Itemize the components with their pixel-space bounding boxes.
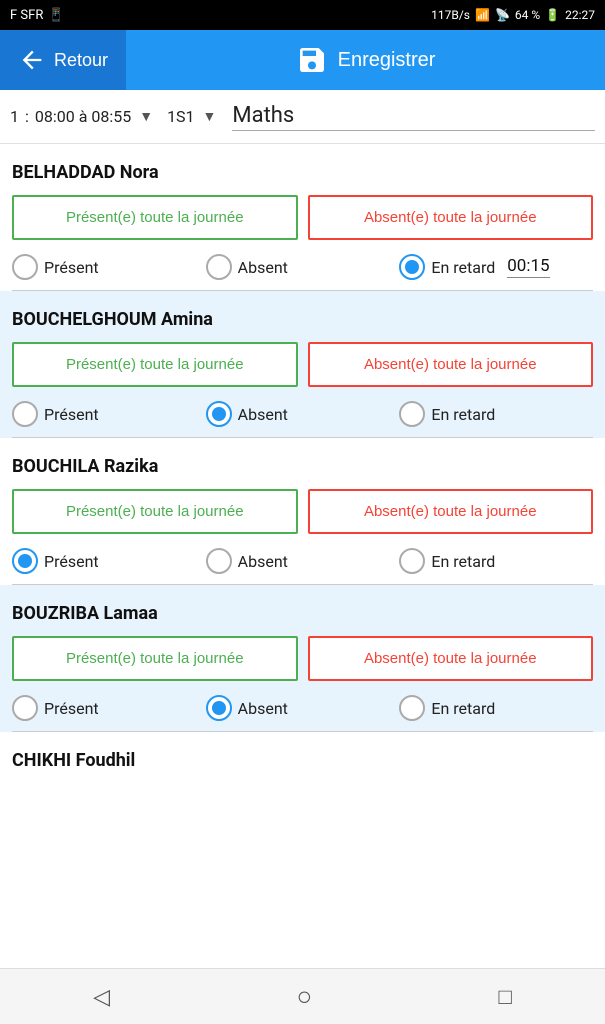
- radio-circle[interactable]: [399, 401, 425, 427]
- attendance-buttons: Présent(e) toute la journéeAbsent(e) tou…: [12, 489, 593, 534]
- radio-label: Présent: [44, 699, 99, 718]
- nav-home-button[interactable]: ○: [276, 973, 332, 1020]
- radio-circle[interactable]: [399, 695, 425, 721]
- carrier-icon: 📱: [48, 8, 64, 23]
- absent-all-day-button[interactable]: Absent(e) toute la journée: [308, 195, 594, 240]
- radio-label: Absent: [238, 552, 288, 571]
- student-section: BELHADDAD Nora Présent(e) toute la journé…: [0, 144, 605, 291]
- student-name: BOUCHILA Razika: [12, 448, 593, 483]
- radio-circle[interactable]: [12, 401, 38, 427]
- session-number: 1: [10, 107, 19, 126]
- radio-label: En retard: [431, 552, 495, 571]
- late-time-value[interactable]: 00:15: [507, 256, 549, 278]
- action-bar: Retour Enregistrer: [0, 30, 605, 90]
- radio-option: En retard: [399, 401, 593, 427]
- signal-icon: 📡: [495, 8, 510, 22]
- back-button[interactable]: Retour: [0, 30, 126, 90]
- radio-circle[interactable]: [206, 254, 232, 280]
- radio-row: Présent Absent En retard 00:15: [12, 246, 593, 290]
- radio-circle[interactable]: [12, 254, 38, 280]
- nav-recents-button[interactable]: □: [479, 976, 532, 1018]
- battery-icon: 🔋: [545, 8, 560, 22]
- radio-circle[interactable]: [399, 548, 425, 574]
- radio-row: Présent Absent En retard: [12, 687, 593, 731]
- back-label: Retour: [54, 50, 108, 71]
- student-section: BOUZRIBA Lamaa Présent(e) toute la journé…: [0, 585, 605, 732]
- radio-circle[interactable]: [206, 695, 232, 721]
- present-all-day-button[interactable]: Présent(e) toute la journée: [12, 489, 298, 534]
- session-subject: Maths: [232, 103, 595, 131]
- carrier-label: F SFR: [10, 8, 43, 23]
- radio-circle[interactable]: [206, 548, 232, 574]
- radio-label: Absent: [238, 258, 288, 277]
- student-section: CHIKHI Foudhil: [0, 732, 605, 777]
- bottom-nav: ◁ ○ □: [0, 968, 605, 1024]
- save-label: Enregistrer: [338, 49, 436, 72]
- present-all-day-button[interactable]: Présent(e) toute la journée: [12, 195, 298, 240]
- radio-circle[interactable]: [12, 695, 38, 721]
- nav-home-icon: ○: [296, 981, 312, 1012]
- absent-all-day-button[interactable]: Absent(e) toute la journée: [308, 636, 594, 681]
- radio-circle[interactable]: [206, 401, 232, 427]
- student-name: BOUCHELGHOUM Amina: [12, 301, 593, 336]
- radio-label: En retard: [431, 699, 495, 718]
- sim-icon: 📶: [475, 8, 490, 22]
- session-class: 1S1: [167, 107, 194, 126]
- save-icon: [296, 44, 328, 76]
- radio-row: Présent Absent En retard: [12, 393, 593, 437]
- absent-all-day-button[interactable]: Absent(e) toute la journée: [308, 489, 594, 534]
- present-all-day-button[interactable]: Présent(e) toute la journée: [12, 342, 298, 387]
- radio-option: Absent: [206, 254, 400, 280]
- radio-option: Présent: [12, 548, 206, 574]
- back-arrow-icon: [18, 46, 46, 74]
- radio-option: Présent: [12, 254, 206, 280]
- class-dropdown-icon[interactable]: ▼: [203, 108, 217, 125]
- radio-label: Présent: [44, 405, 99, 424]
- radio-label: Absent: [238, 405, 288, 424]
- speed-label: 117B/s: [431, 8, 470, 22]
- present-all-day-button[interactable]: Présent(e) toute la journée: [12, 636, 298, 681]
- radio-circle[interactable]: [12, 548, 38, 574]
- battery-label: 64 %: [515, 8, 540, 22]
- radio-label: Absent: [238, 699, 288, 718]
- radio-option: Absent: [206, 401, 400, 427]
- radio-option: Présent: [12, 695, 206, 721]
- radio-option: Absent: [206, 548, 400, 574]
- save-button[interactable]: Enregistrer: [126, 30, 605, 90]
- attendance-buttons: Présent(e) toute la journéeAbsent(e) tou…: [12, 342, 593, 387]
- radio-option: Présent: [12, 401, 206, 427]
- time-label: 22:27: [565, 8, 595, 22]
- radio-option: Absent: [206, 695, 400, 721]
- radio-option: En retard: [399, 548, 593, 574]
- absent-all-day-button[interactable]: Absent(e) toute la journée: [308, 342, 594, 387]
- radio-row: Présent Absent En retard: [12, 540, 593, 584]
- session-time-range: 08:00 à 08:55: [35, 107, 131, 126]
- radio-option: En retard 00:15: [399, 254, 593, 280]
- radio-label: Présent: [44, 552, 99, 571]
- session-bar: 1 : 08:00 à 08:55 ▼ 1S1 ▼ Maths: [0, 90, 605, 144]
- radio-label: Présent: [44, 258, 99, 277]
- content-area: BELHADDAD Nora Présent(e) toute la journé…: [0, 144, 605, 837]
- student-name: CHIKHI Foudhil: [12, 742, 593, 777]
- student-name: BELHADDAD Nora: [12, 154, 593, 189]
- student-section: BOUCHILA Razika Présent(e) toute la journ…: [0, 438, 605, 585]
- session-separator: :: [25, 107, 29, 126]
- nav-back-button[interactable]: ◁: [73, 976, 130, 1018]
- radio-label: En retard: [431, 405, 495, 424]
- attendance-buttons: Présent(e) toute la journéeAbsent(e) tou…: [12, 636, 593, 681]
- student-section: BOUCHELGHOUM Amina Présent(e) toute la jo…: [0, 291, 605, 438]
- radio-circle[interactable]: [399, 254, 425, 280]
- status-bar-left: F SFR 📱: [10, 8, 65, 23]
- student-name: BOUZRIBA Lamaa: [12, 595, 593, 630]
- attendance-buttons: Présent(e) toute la journéeAbsent(e) tou…: [12, 195, 593, 240]
- status-bar: F SFR 📱 117B/s 📶 📡 64 % 🔋 22:27: [0, 0, 605, 30]
- radio-option: En retard: [399, 695, 593, 721]
- radio-label: En retard: [431, 258, 495, 277]
- time-dropdown-icon[interactable]: ▼: [139, 108, 153, 125]
- nav-back-icon: ◁: [93, 984, 110, 1010]
- nav-recents-icon: □: [499, 984, 512, 1010]
- status-bar-right: 117B/s 📶 📡 64 % 🔋 22:27: [431, 8, 595, 22]
